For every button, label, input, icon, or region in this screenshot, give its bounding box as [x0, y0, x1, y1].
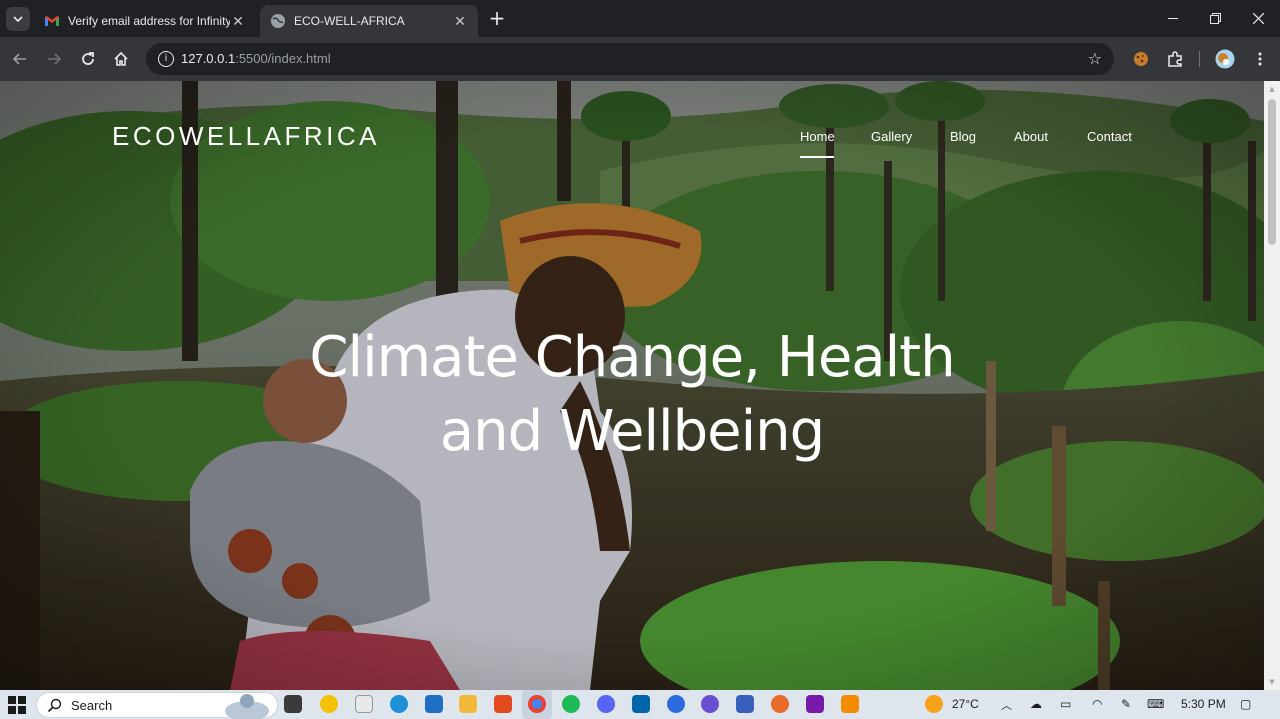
app-icon[interactable]: [771, 695, 789, 713]
tab-gmail[interactable]: Verify email address for Infinityf ✕: [34, 5, 256, 37]
reload-button[interactable]: [76, 47, 100, 71]
wifi-icon[interactable]: ◠: [1092, 697, 1102, 711]
cookie-icon: [1134, 52, 1148, 66]
close-window-button[interactable]: [1236, 0, 1280, 37]
vscode-icon[interactable]: [632, 695, 650, 713]
windows-taskbar: Search 27°C ︿ ☁ ▭ ◠ ✎ ⌨ 5:30 PM ▢: [0, 690, 1280, 719]
reload-icon: [82, 52, 94, 65]
notification-icon[interactable]: ▢: [1240, 697, 1251, 711]
nav-link-contact[interactable]: Contact: [1087, 129, 1132, 144]
more-vertical-icon: [1258, 52, 1262, 66]
bookmark-star-icon[interactable]: ☆: [1088, 49, 1102, 68]
site-info-icon[interactable]: i: [158, 51, 174, 67]
tab-search-button[interactable]: [6, 7, 30, 31]
mail-icon[interactable]: [425, 695, 443, 713]
puzzle-icon: [1168, 51, 1182, 67]
forward-button[interactable]: [42, 47, 66, 71]
keyboard-icon[interactable]: ⌨: [1147, 697, 1164, 711]
profile-avatar[interactable]: [1213, 47, 1237, 71]
search-icon: [47, 698, 62, 713]
page-viewport: ECOWELLAFRICA Home Gallery Blog About Co…: [0, 81, 1264, 690]
hero-headline-line-1: Climate Change, Health: [309, 325, 955, 390]
search-highlight-icon: [225, 694, 269, 719]
chevron-down-icon: [13, 16, 23, 22]
gmail-icon: [45, 16, 59, 26]
discord-icon[interactable]: [597, 695, 615, 713]
minimize-icon: [1168, 17, 1178, 19]
chrome-icon[interactable]: [528, 695, 546, 713]
url-text[interactable]: 127.0.0.1:5500/index.html: [181, 51, 331, 66]
arrow-left-icon: [12, 53, 26, 65]
search-label: Search: [71, 698, 113, 713]
onenote-icon[interactable]: [806, 695, 824, 713]
back-button[interactable]: [8, 47, 32, 71]
chevron-up-icon[interactable]: ︿: [1001, 697, 1012, 713]
taskbar-search-box[interactable]: Search: [36, 692, 278, 719]
tab-title: ECO-WELL-AFRICA: [294, 14, 405, 28]
restore-icon: [1209, 13, 1221, 24]
close-tab-icon[interactable]: ✕: [452, 13, 468, 30]
battery-icon[interactable]: ▭: [1060, 697, 1071, 711]
toolbar-divider: [1199, 51, 1200, 67]
tab-title: Verify email address for Infinityf: [68, 14, 230, 28]
copilot-icon[interactable]: [320, 695, 338, 713]
vpn-icon[interactable]: [736, 695, 754, 713]
brave-icon[interactable]: [494, 695, 512, 713]
scroll-up-arrow-icon[interactable]: ▲: [1268, 85, 1276, 93]
cloud-icon[interactable]: ☁: [1030, 697, 1042, 711]
cookie-extension-button[interactable]: [1129, 47, 1153, 71]
close-icon: [1252, 13, 1264, 24]
nav-link-blog[interactable]: Blog: [950, 129, 976, 144]
weather-sun-icon[interactable]: [925, 695, 943, 713]
browser-tab-strip: Verify email address for Infinityf ✕ ECO…: [0, 0, 1280, 37]
media-player-icon[interactable]: [701, 695, 719, 713]
nav-link-gallery[interactable]: Gallery: [871, 129, 912, 144]
page-scrollbar[interactable]: ▲ ▼: [1264, 81, 1280, 690]
hero-headline: Climate Change, Health and Wellbeing: [282, 321, 982, 469]
active-nav-indicator: [800, 156, 834, 158]
clock-time[interactable]: 5:30 PM: [1181, 697, 1226, 711]
tab-eco-well-africa[interactable]: ECO-WELL-AFRICA ✕: [260, 5, 478, 37]
store-icon[interactable]: [355, 695, 373, 713]
task-view-icon[interactable]: [284, 695, 302, 713]
address-bar[interactable]: i 127.0.0.1:5500/index.html ☆: [146, 43, 1114, 75]
restore-button[interactable]: [1193, 0, 1237, 37]
home-icon: [114, 51, 128, 66]
spotify-icon[interactable]: [562, 695, 580, 713]
home-button[interactable]: [109, 47, 133, 71]
globe-icon: [271, 14, 285, 28]
avatar-icon: [1215, 49, 1235, 69]
extensions-button[interactable]: [1163, 47, 1187, 71]
weather-temperature[interactable]: 27°C: [952, 697, 979, 711]
arrow-right-icon: [48, 53, 62, 65]
site-brand-logo[interactable]: ECOWELLAFRICA: [112, 121, 380, 152]
pen-icon[interactable]: ✎: [1121, 697, 1131, 711]
browser-menu-button[interactable]: [1248, 47, 1272, 71]
nav-link-about[interactable]: About: [1014, 129, 1048, 144]
close-tab-icon[interactable]: ✕: [230, 13, 246, 30]
zoom-icon[interactable]: [667, 695, 685, 713]
file-explorer-icon[interactable]: [459, 695, 477, 713]
new-tab-button[interactable]: +: [486, 8, 508, 30]
windows-start-icon[interactable]: [8, 696, 26, 714]
vlc-icon[interactable]: [841, 695, 859, 713]
hero-headline-line-2: and Wellbeing: [439, 399, 825, 464]
nav-link-home[interactable]: Home: [800, 129, 835, 144]
minimize-button[interactable]: [1151, 0, 1195, 37]
edge-icon[interactable]: [390, 695, 408, 713]
browser-toolbar: i 127.0.0.1:5500/index.html ☆: [0, 37, 1280, 81]
scroll-down-arrow-icon[interactable]: ▼: [1268, 678, 1276, 686]
scrollbar-thumb[interactable]: [1268, 99, 1276, 245]
